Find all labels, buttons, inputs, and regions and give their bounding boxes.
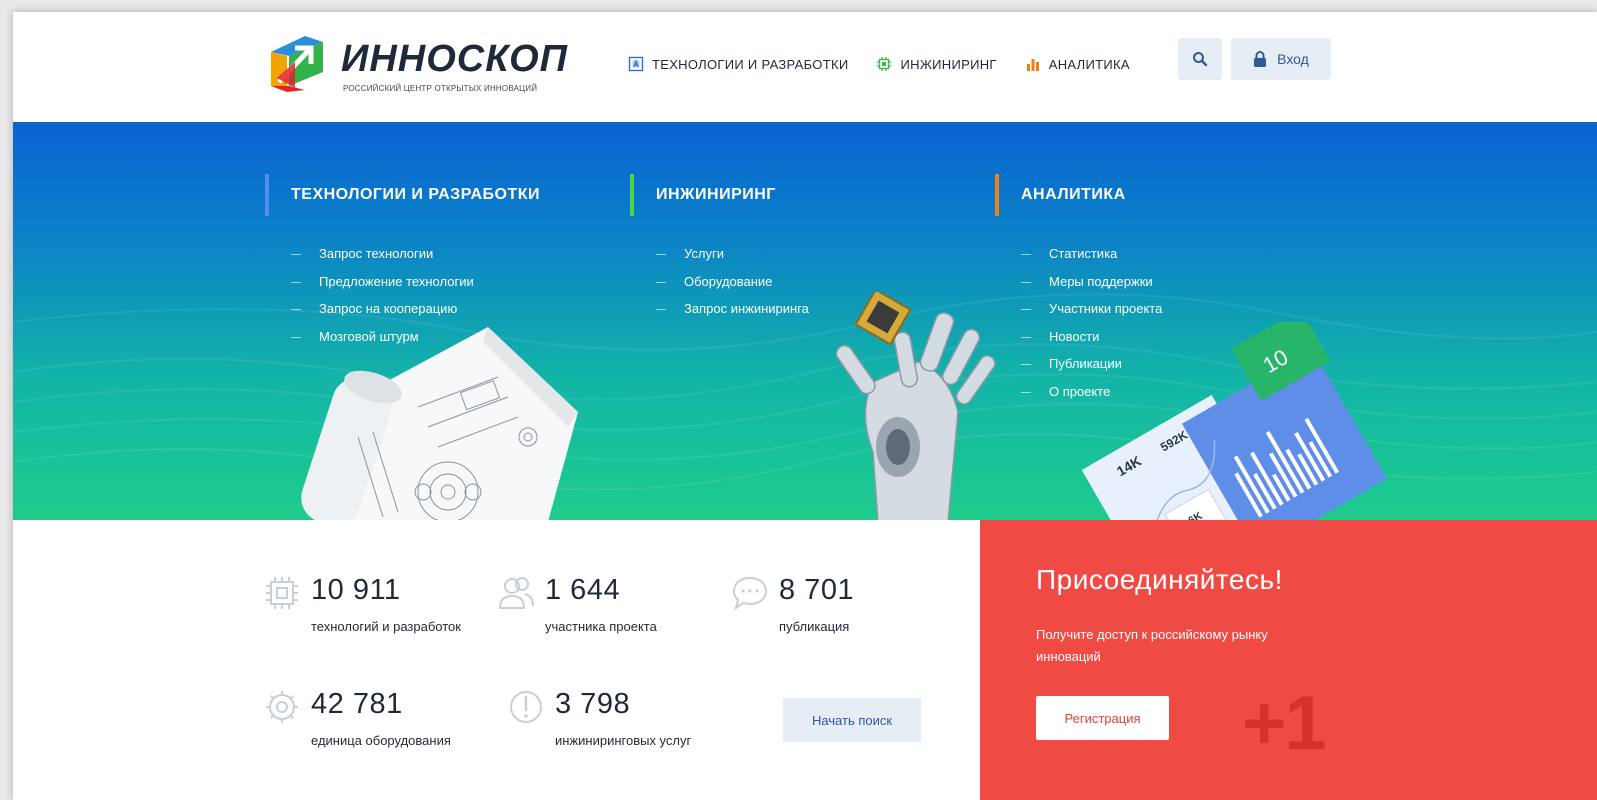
- dash-icon: [1021, 391, 1031, 393]
- hero-column-engineering: ИНЖИНИРИНГ Услуги Оборудование Запрос ин…: [630, 174, 809, 323]
- hero-column-list: Запрос технологии Предложение технологии…: [265, 240, 540, 350]
- dash-icon: [291, 336, 301, 338]
- hero-link-label: Меры поддержки: [1049, 273, 1153, 289]
- chat-bubble-icon: [732, 576, 768, 611]
- robot-hand-illustration: [835, 292, 996, 520]
- login-label: Вход: [1277, 51, 1309, 67]
- hero-link-label: Публикации: [1049, 356, 1122, 371]
- nav-label-technologies: ТЕХНОЛОГИИ И РАЗРАБОТКИ: [652, 56, 849, 72]
- dash-icon: [656, 309, 666, 311]
- dash-icon: [291, 309, 301, 311]
- hero-link[interactable]: Участники проекта: [1021, 295, 1162, 323]
- gear-icon: [266, 691, 298, 723]
- hero-banner: 10 14K 592K 1.6K ТЕХНОЛОГИИ И РАЗРАБОТКИ…: [13, 122, 1597, 520]
- hero-column-technologies: ТЕХНОЛОГИИ И РАЗРАБОТКИ Запрос технологи…: [265, 174, 540, 350]
- stat-number: 1 644: [545, 574, 621, 606]
- hero-link[interactable]: О проекте: [1021, 378, 1162, 406]
- dash-icon: [656, 254, 666, 256]
- hero-link-label: О проекте: [1049, 383, 1111, 399]
- chip-icon: [266, 577, 298, 609]
- nav-item-technologies[interactable]: ТЕХНОЛОГИИ И РАЗРАБОТКИ: [628, 56, 848, 72]
- bar-chart-icon: [1026, 59, 1039, 71]
- hero-link-label: Новости: [1049, 328, 1100, 344]
- dash-icon: [291, 281, 301, 283]
- stat-label: единица оборудования: [311, 733, 451, 748]
- hero-column-title[interactable]: АНАЛИТИКА: [995, 174, 1162, 216]
- register-button[interactable]: Регистрация: [1036, 696, 1169, 740]
- gear-chip-icon: [877, 57, 892, 71]
- hero-column-list: Услуги Оборудование Запрос инжиниринга: [630, 240, 809, 323]
- hero-column-analytics: АНАЛИТИКА Статистика Меры поддержки Учас…: [995, 174, 1162, 405]
- join-section: Присоединяйтесь! Получите доступ к росси…: [980, 520, 1597, 800]
- stat-number: 42 781: [311, 688, 403, 720]
- stats-section: 10 911 технологий и разработок 1 644 уча…: [13, 520, 980, 800]
- hero-link[interactable]: Запрос на кооперацию: [291, 295, 540, 323]
- exclamation-icon: [510, 691, 542, 723]
- hero-link-label: Запрос инжиниринга: [684, 301, 809, 316]
- hero-link-label: Запрос технологии: [319, 246, 434, 261]
- hero-link[interactable]: Услуги: [656, 240, 809, 268]
- hero-column-title[interactable]: ТЕХНОЛОГИИ И РАЗРАБОТКИ: [265, 174, 540, 216]
- main-nav: ТЕХНОЛОГИИ И РАЗРАБОТКИ ИНЖИНИРИНГ АНАЛИ…: [628, 56, 1130, 72]
- stat-number: 10 911: [311, 574, 401, 606]
- hero-link-label: Оборудование: [684, 273, 773, 289]
- stat-number: 3 798: [555, 688, 631, 720]
- logo-subtitle: РОССИЙСКИЙ ЦЕНТР ОТКРЫТЫХ ИННОВАЦИЙ: [343, 84, 538, 93]
- logo-name: ИННОСКОП: [341, 38, 568, 80]
- lock-icon: [1254, 51, 1267, 67]
- logo-mark-icon: [271, 36, 323, 92]
- hero-link[interactable]: Предложение технологии: [291, 268, 540, 296]
- join-text: Получите доступ к российскому рынку инно…: [1036, 627, 1268, 664]
- plus-one-graphic: +1: [1242, 681, 1327, 766]
- login-button[interactable]: Вход: [1231, 38, 1331, 80]
- hero-link-label: Услуги: [684, 246, 724, 261]
- hero-link[interactable]: Мозговой штурм: [291, 323, 540, 351]
- nav-label-analytics: АНАЛИТИКА: [1048, 56, 1130, 72]
- hero-link-label: Предложение технологии: [319, 273, 474, 289]
- nav-item-analytics[interactable]: АНАЛИТИКА: [1025, 56, 1130, 72]
- hero-link-label: Статистика: [1049, 246, 1118, 261]
- dash-icon: [291, 254, 301, 256]
- hero-column-title[interactable]: ИНЖИНИРИНГ: [630, 174, 809, 216]
- hero-link-label: Запрос на кооперацию: [319, 301, 458, 316]
- dash-icon: [1021, 309, 1031, 311]
- hero-link[interactable]: Новости: [1021, 323, 1162, 351]
- logo[interactable]: ИННОСКОП РОССИЙСКИЙ ЦЕНТР ОТКРЫТЫХ ИННОВ…: [265, 32, 567, 94]
- search-icon: [1193, 52, 1208, 67]
- search-button[interactable]: [1178, 38, 1222, 80]
- start-search-button[interactable]: Начать поиск: [783, 698, 921, 742]
- stat-label: участника проекта: [545, 619, 657, 634]
- stat-label: инжиниринговых услуг: [555, 733, 692, 748]
- dash-icon: [1021, 336, 1031, 338]
- dash-icon: [656, 281, 666, 283]
- hero-link[interactable]: Меры поддержки: [1021, 268, 1162, 296]
- stat-label: технологий и разработок: [311, 619, 461, 634]
- dash-icon: [1021, 281, 1031, 283]
- hero-link[interactable]: Оборудование: [656, 268, 809, 296]
- hero-column-list: Статистика Меры поддержки Участники прое…: [995, 240, 1162, 405]
- dash-icon: [1021, 254, 1031, 256]
- dash-icon: [1021, 364, 1031, 366]
- hero-link-label: Участники проекта: [1049, 301, 1163, 316]
- hero-link-label: Мозговой штурм: [319, 328, 419, 344]
- hero-link[interactable]: Запрос инжиниринга: [656, 295, 809, 323]
- stat-number: 8 701: [779, 574, 855, 606]
- stat-label: публикация: [779, 619, 850, 634]
- page: ИННОСКОП РОССИЙСКИЙ ЦЕНТР ОТКРЫТЫХ ИННОВ…: [13, 12, 1597, 800]
- hero-link[interactable]: Статистика: [1021, 240, 1162, 268]
- site-header: ИННОСКОП РОССИЙСКИЙ ЦЕНТР ОТКРЫТЫХ ИННОВ…: [13, 12, 1597, 122]
- nav-item-engineering[interactable]: ИНЖИНИРИНГ: [876, 56, 996, 72]
- hero-link[interactable]: Запрос технологии: [291, 240, 540, 268]
- chip-box-icon: [628, 56, 644, 72]
- nav-label-engineering: ИНЖИНИРИНГ: [900, 56, 997, 72]
- join-title: Присоединяйтесь!: [1036, 564, 1283, 595]
- hero-link[interactable]: Публикации: [1021, 350, 1162, 378]
- users-icon: [498, 577, 534, 609]
